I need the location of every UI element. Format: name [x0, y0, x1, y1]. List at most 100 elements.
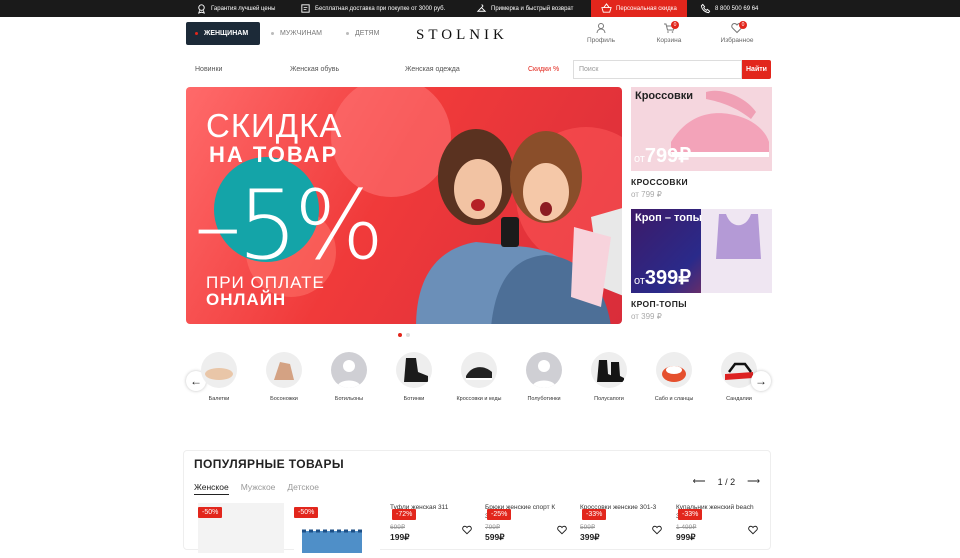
slide-dot-1[interactable]	[398, 333, 402, 337]
header: ЖЕНЩИНАМ МУЖЧИНАМ ДЕТЯМ STOLNIK Профиль …	[0, 17, 960, 55]
gender-tab-women[interactable]: ЖЕНЩИНАМ	[186, 22, 260, 45]
tab-kids[interactable]: Детское	[287, 482, 319, 495]
ballet-flats-image	[201, 352, 237, 388]
sneakers-price: от 799 ₽	[631, 190, 662, 199]
tab-women[interactable]: Женское	[194, 482, 229, 495]
product-card[interactable]: Купальник женский beach 32041 -33% 1 499…	[674, 503, 764, 553]
nav-women-shoes[interactable]: Женская обувь	[290, 66, 339, 73]
basket-icon	[601, 3, 612, 13]
crop-top-big-price-value: 399₽	[644, 267, 692, 289]
crop-top-tag: Кроп – топы	[635, 212, 703, 224]
product-card[interactable]: Кроссовки женские 301-3 -33% 599₽ 399₽	[578, 503, 668, 553]
gender-tab-women-label: ЖЕНЩИНАМ	[204, 30, 249, 37]
search-placeholder: Поиск	[579, 66, 599, 73]
pager-next-icon[interactable]: ⟶	[747, 476, 760, 487]
placeholder-user-icon	[532, 360, 556, 388]
cart-button[interactable]: 0 Корзина	[644, 21, 694, 44]
hero-banner[interactable]: СКИДКА НА ТОВАР –5% ПРИ ОПЛАТЕ ОНЛАЙН	[186, 87, 622, 324]
categories-next-arrow[interactable]: →	[751, 371, 771, 391]
profile-button[interactable]: Профиль	[576, 22, 626, 44]
favorite-heart-icon[interactable]	[462, 525, 472, 535]
crop-top-image: Кроп – топы от399₽	[631, 209, 772, 293]
discount-badge: -50%	[294, 507, 319, 518]
product-card[interactable]: Брюки женские спорт К 301 -25% 799₽ 599₽	[483, 503, 573, 553]
dot-icon	[346, 32, 349, 35]
best-price-guarantee[interactable]: Гарантия лучшей цены	[196, 0, 275, 17]
popular-products-section: ПОПУЛЯРНЫЕ ТОВАРЫ Женское Мужское Детско…	[183, 450, 771, 553]
current-price: 599₽	[485, 532, 505, 542]
free-delivery-label: Бесплатная доставка при покупке от 3000 …	[315, 5, 446, 12]
phone-link[interactable]: 8 800 500 69 64	[700, 0, 758, 17]
phone-icon	[700, 3, 711, 14]
delivery-icon	[301, 4, 310, 13]
product-card[interactable]: Туфли женская 311 -72% 699₽ 199₽	[388, 503, 478, 553]
side-banner-sneakers[interactable]: Кроссовки от799₽ КРОССОВКИ от 799 ₽	[631, 87, 772, 199]
discount-badge: -33%	[678, 509, 703, 520]
popular-tabs: Женское Мужское Детское	[194, 482, 319, 495]
category-label: Сандалии	[726, 396, 752, 402]
ballet-flat-icon	[205, 368, 233, 380]
fitting-return-label: Примерка и быстрый возврат	[491, 5, 574, 12]
free-delivery-info[interactable]: Бесплатная доставка при покупке от 3000 …	[300, 0, 445, 17]
favorite-heart-icon[interactable]	[557, 525, 567, 535]
discount-badge: -72%	[392, 509, 417, 520]
favorites-button[interactable]: 0 Избранное	[712, 21, 762, 44]
personal-discount-label: Персональная скидка	[616, 5, 677, 12]
gender-tab-kids-label: ДЕТЯМ	[355, 30, 380, 37]
category-label: Босоножки	[270, 396, 298, 402]
sneakers-cat-image	[461, 352, 497, 388]
favorite-heart-icon[interactable]	[652, 525, 662, 535]
category-label: Кроссовки и кеды	[456, 396, 502, 402]
crop-top-big-price: от399₽	[634, 265, 691, 290]
top-info-bar: Гарантия лучшей цены Бесплатная доставка…	[0, 0, 960, 17]
best-price-label: Гарантия лучшей цены	[211, 5, 276, 12]
fitting-return-info[interactable]: Примерка и быстрый возврат	[476, 0, 573, 17]
site-logo[interactable]: STOLNIK	[416, 27, 508, 44]
category-boots[interactable]: Ботинки	[383, 352, 445, 402]
tab-men[interactable]: Мужское	[241, 482, 276, 495]
nav-women-clothes[interactable]: Женская одежда	[405, 66, 460, 73]
favorites-label: Избранное	[720, 37, 754, 44]
category-label: Полусапоги	[594, 396, 624, 402]
category-label: Ботинки	[403, 396, 425, 402]
fitting-icon	[476, 4, 487, 12]
crop-top-price-prefix: от	[634, 275, 645, 287]
gender-tab-men-label: МУЖЧИНАМ	[280, 30, 322, 37]
pager-prev-icon[interactable]: ⟵	[693, 476, 706, 487]
crop-top-name: КРОП-ТОПЫ	[631, 299, 687, 309]
personal-discount-link[interactable]: Персональная скидка	[591, 0, 687, 17]
sneakers-image: Кроссовки от799₽	[631, 87, 772, 171]
medal-icon	[198, 4, 205, 14]
current-price: 999₽	[676, 532, 696, 542]
category-label: Полуботинки	[527, 396, 561, 402]
old-price: 799₽	[485, 524, 500, 531]
hero-discount: –5%	[194, 171, 384, 281]
slide-dot-2[interactable]	[406, 333, 410, 337]
nav-sale[interactable]: Скидки %	[528, 66, 559, 73]
sneakers-tag: Кроссовки	[635, 90, 693, 102]
nav-new[interactable]: Новинки	[195, 66, 222, 73]
category-half-boots[interactable]: Полусапоги	[578, 352, 640, 402]
category-ankle-boots[interactable]: Ботильоны	[318, 352, 380, 402]
hero-line-1: СКИДКА	[206, 107, 343, 144]
search-input[interactable]: Поиск	[573, 60, 742, 79]
product-card[interactable]: -50%	[290, 503, 380, 553]
category-label: Балетки	[208, 396, 230, 402]
gender-tab-kids[interactable]: ДЕТЯМ	[346, 22, 379, 45]
product-card[interactable]: -50%	[194, 503, 284, 553]
category-low-shoes[interactable]: Полуботинки	[513, 352, 575, 402]
category-clogs-slides[interactable]: Сабо и сланцы	[643, 352, 705, 402]
category-carousel: Балетки Босоножки Ботильоны Ботинки Крос…	[186, 352, 771, 408]
boots-image	[396, 352, 432, 388]
category-sandals-heels[interactable]: Босоножки	[253, 352, 315, 402]
boot-icon	[404, 358, 428, 382]
favorite-heart-icon[interactable]	[748, 525, 758, 535]
side-banner-crop-tops[interactable]: Кроп – топы от399₽ КРОП-ТОПЫ от 399 ₽	[631, 209, 772, 321]
gender-tab-men[interactable]: МУЖЧИНАМ	[271, 22, 322, 45]
search-button[interactable]: Найти	[742, 60, 771, 79]
category-ballet-flats[interactable]: Балетки	[188, 352, 250, 402]
half-boots-image	[591, 352, 627, 388]
hero-pagination	[398, 333, 410, 337]
pager-status: 1 / 2	[717, 476, 736, 487]
category-sneakers[interactable]: Кроссовки и кеды	[448, 352, 510, 402]
